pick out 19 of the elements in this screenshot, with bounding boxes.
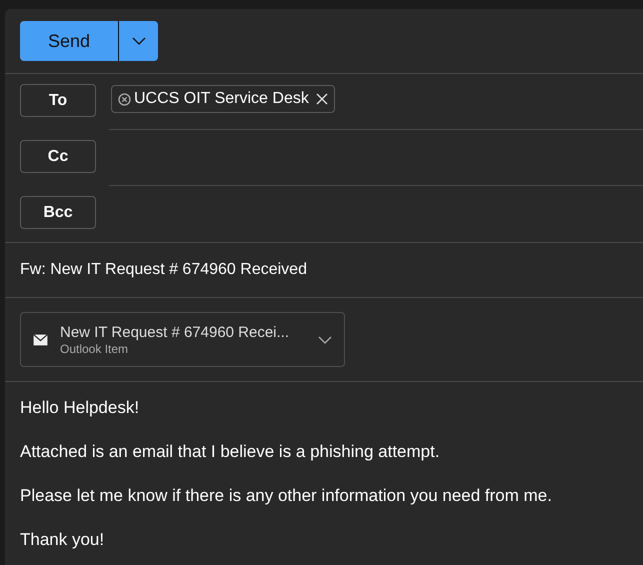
attachment-title: New IT Request # 674960 Recei...	[60, 324, 290, 342]
envelope-icon	[33, 334, 48, 346]
recipient-name: UCCS OIT Service Desk	[134, 89, 309, 109]
body-paragraph: Thank you!	[20, 529, 106, 551]
recipient-field-button[interactable]: Cc	[20, 140, 96, 173]
message-body[interactable]: Hello Helpdesk! Attached is an email that I believe is a phishing attempt. Please let me know if there is any other information you need from me. Thank you!	[5, 382, 643, 565]
chevron-down-icon	[318, 336, 332, 344]
body-paragraph: Hello Helpdesk!	[20, 397, 140, 419]
recipient-chip[interactable]: UCCS OIT Service Desk	[111, 85, 335, 113]
remove-circle-icon	[118, 92, 131, 106]
chevron-down-icon	[132, 37, 146, 45]
attachment-card[interactable]: New IT Request # 674960 Recei... Outlook Item	[20, 312, 345, 367]
recipient-field-button[interactable]: Bcc	[20, 196, 96, 229]
subject-field[interactable]: Fw: New IT Request # 674960 Received	[20, 258, 307, 282]
body-paragraph: Please let me know if there is any other information you need from me.	[20, 485, 553, 507]
close-icon[interactable]	[316, 93, 328, 105]
body-paragraph: Attached is an email that I believe is a phishing attempt.	[20, 441, 441, 463]
attachment-type: Outlook Item	[60, 342, 130, 356]
recipient-field-button[interactable]: To	[20, 84, 96, 117]
